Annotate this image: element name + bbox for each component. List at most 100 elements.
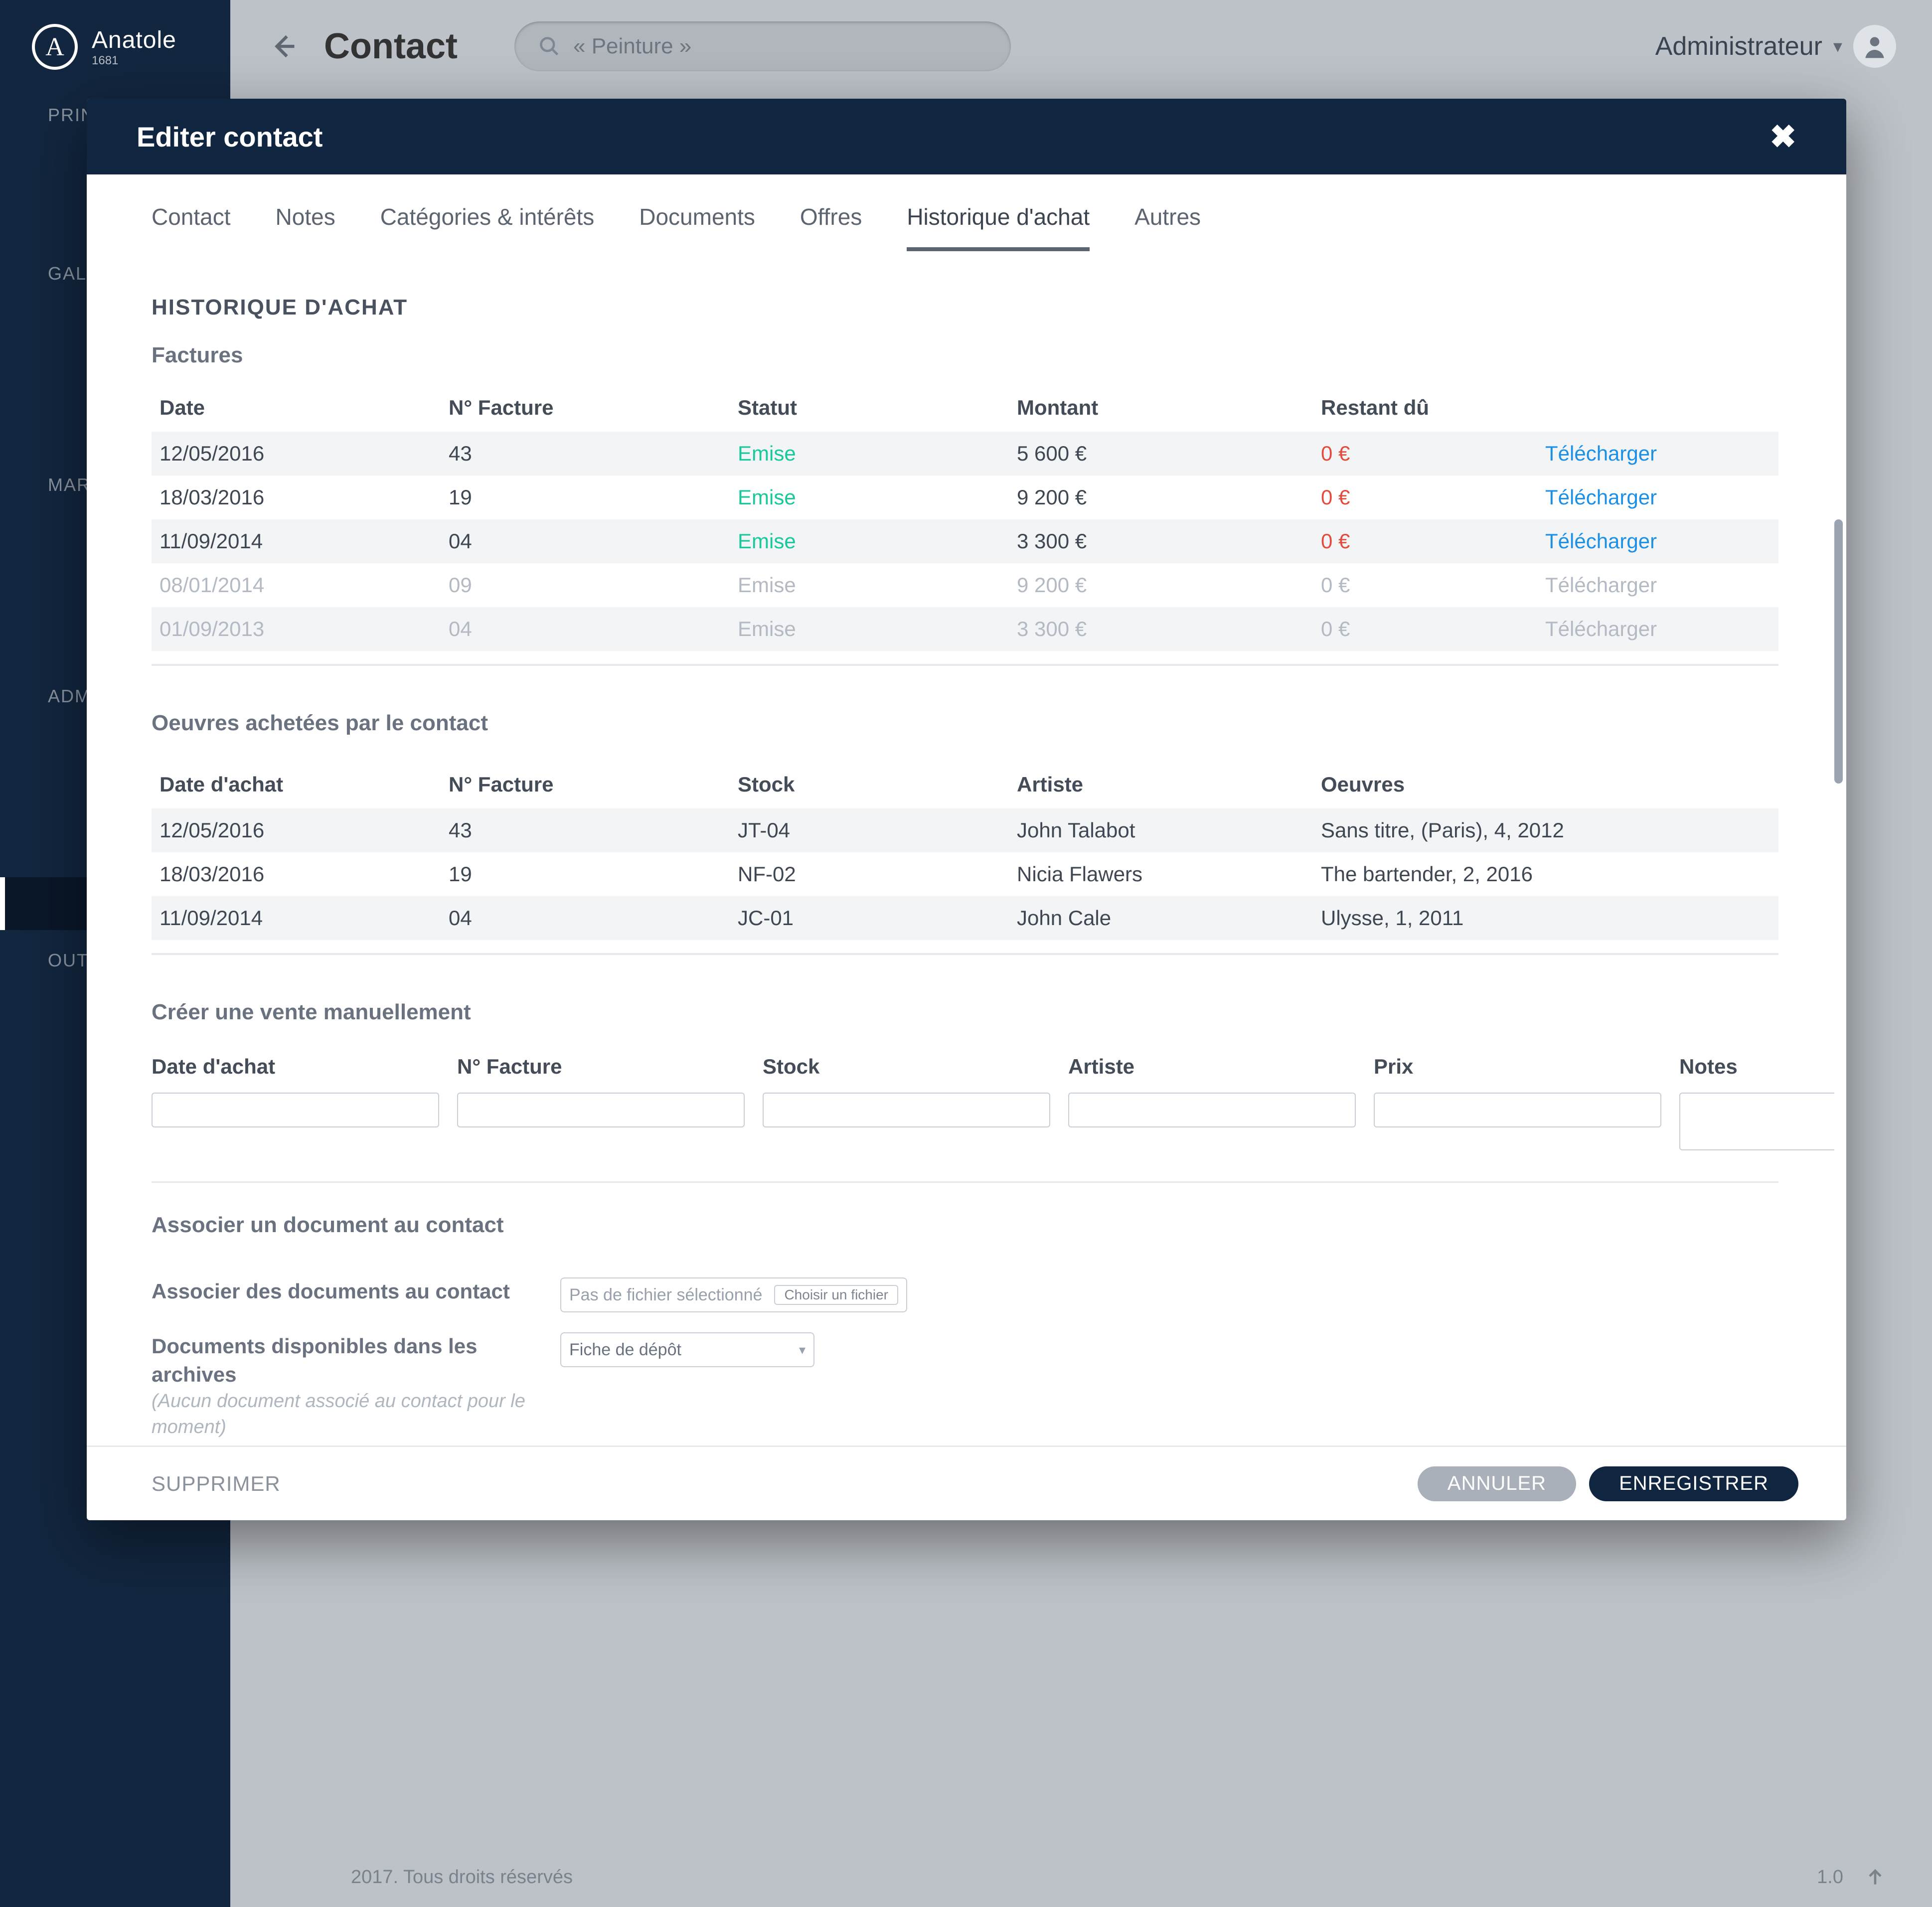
cell-work: The bartender, 2, 2016 [1313, 852, 1778, 896]
download-link: Télécharger [1537, 607, 1778, 651]
table-row: 11/09/201404JC-01John CaleUlysse, 1, 201… [152, 896, 1778, 940]
cell-stock: NF-02 [730, 852, 1009, 896]
cell-nf: 43 [441, 808, 730, 852]
invoices-col-due: Restant dû [1313, 384, 1537, 432]
works-col-stock: Stock [730, 761, 1009, 808]
tab-autres[interactable]: Autres [1134, 203, 1201, 251]
download-link: Télécharger [1537, 563, 1778, 607]
cell-nf: 09 [441, 563, 730, 607]
cell-date: 11/09/2014 [152, 896, 441, 940]
archive-select-value: Fiche de dépôt [569, 1340, 681, 1360]
works-table: Date d'achat N° Facture Stock Artiste Oe… [152, 761, 1778, 940]
cell-amount: 9 200 € [1009, 476, 1313, 519]
input-stock[interactable] [763, 1093, 1050, 1127]
history-heading: HISTORIQUE D'ACHAT [152, 295, 1778, 320]
file-picker-button[interactable]: Choisir un fichier [774, 1285, 898, 1305]
works-col-oeuvres: Oeuvres [1313, 761, 1778, 808]
table-row: 01/09/201304Emise3 300 €0 €Télécharger [152, 607, 1778, 651]
label-date: Date d'achat [152, 1055, 439, 1079]
cell-date: 11/09/2014 [152, 519, 441, 563]
associate-file-row: Associer des documents au contact Pas de… [152, 1272, 1778, 1312]
modal-title: Editer contact [137, 121, 322, 153]
tab-historique[interactable]: Historique d'achat [907, 203, 1090, 251]
modal-body: Contact Notes Catégories & intérêts Docu… [87, 174, 1846, 1445]
invoices-col-statut: Statut [730, 384, 1009, 432]
modal-footer: SUPPRIMER ANNULER ENREGISTRER [87, 1445, 1846, 1520]
download-link[interactable]: Télécharger [1537, 519, 1778, 563]
cell-status: Emise [730, 432, 1009, 476]
download-link[interactable]: Télécharger [1537, 432, 1778, 476]
input-price[interactable] [1374, 1093, 1661, 1127]
works-col-date: Date d'achat [152, 761, 441, 808]
label-artist: Artiste [1068, 1055, 1356, 1079]
cell-status: Emise [730, 607, 1009, 651]
manual-sale-form: Date d'achat N° Facture Stock Artiste [152, 1050, 1778, 1150]
input-nf[interactable] [457, 1093, 745, 1127]
cell-stock: JC-01 [730, 896, 1009, 940]
tab-categories[interactable]: Catégories & intérêts [380, 203, 595, 251]
cell-nf: 43 [441, 432, 730, 476]
invoices-col-montant: Montant [1009, 384, 1313, 432]
cell-amount: 3 300 € [1009, 607, 1313, 651]
cell-nf: 04 [441, 519, 730, 563]
archive-select[interactable]: Fiche de dépôt ▾ [560, 1332, 814, 1367]
tab-documents[interactable]: Documents [639, 203, 755, 251]
associate-archive-label: Documents disponibles dans les archives … [152, 1332, 530, 1440]
cell-artist: Nicia Flawers [1009, 852, 1313, 896]
download-link[interactable]: Télécharger [1537, 476, 1778, 519]
cell-work: Sans titre, (Paris), 4, 2012 [1313, 808, 1778, 852]
table-row: 18/03/201619NF-02Nicia FlawersThe barten… [152, 852, 1778, 896]
works-title: Oeuvres achetées par le contact [152, 711, 1778, 736]
save-button[interactable]: ENREGISTRER [1589, 1466, 1798, 1501]
input-date[interactable] [152, 1093, 439, 1127]
tab-contact[interactable]: Contact [152, 203, 231, 251]
cell-due: 0 € [1313, 476, 1537, 519]
cell-date: 18/03/2016 [152, 476, 441, 519]
file-picker-text: Pas de fichier sélectionné [569, 1285, 762, 1305]
cell-due: 0 € [1313, 607, 1537, 651]
associate-archive-row: Documents disponibles dans les archives … [152, 1327, 1778, 1440]
edit-contact-modal: Editer contact ✖ Contact Notes Catégorie… [87, 99, 1846, 1520]
cell-due: 0 € [1313, 432, 1537, 476]
tab-offres[interactable]: Offres [800, 203, 862, 251]
associate-title: Associer un document au contact [152, 1213, 1778, 1238]
table-separator [152, 664, 1778, 666]
delete-button[interactable]: SUPPRIMER [152, 1472, 281, 1496]
works-col-artist: Artiste [1009, 761, 1313, 808]
cancel-button[interactable]: ANNULER [1418, 1466, 1576, 1501]
label-price: Prix [1374, 1055, 1661, 1079]
cell-due: 0 € [1313, 519, 1537, 563]
cell-date: 12/05/2016 [152, 808, 441, 852]
cell-amount: 9 200 € [1009, 563, 1313, 607]
input-notes[interactable] [1679, 1093, 1834, 1150]
input-artist[interactable] [1068, 1093, 1356, 1127]
caret-down-icon: ▾ [799, 1342, 805, 1358]
cell-date: 01/09/2013 [152, 607, 441, 651]
invoices-col-nf: N° Facture [441, 384, 730, 432]
modal-close-button[interactable]: ✖ [1770, 118, 1796, 156]
scrollbar-thumb[interactable] [1834, 519, 1843, 784]
cell-status: Emise [730, 476, 1009, 519]
cell-amount: 3 300 € [1009, 519, 1313, 563]
cell-nf: 04 [441, 607, 730, 651]
invoices-col-dl [1537, 384, 1778, 432]
table-row: 12/05/201643Emise5 600 €0 €Télécharger [152, 432, 1778, 476]
modal-backdrop: Editer contact ✖ Contact Notes Catégorie… [0, 0, 1932, 1907]
cell-nf: 04 [441, 896, 730, 940]
file-picker[interactable]: Pas de fichier sélectionné Choisir un fi… [560, 1277, 907, 1312]
table-row: 11/09/201404Emise3 300 €0 €Télécharger [152, 519, 1778, 563]
tab-notes[interactable]: Notes [276, 203, 335, 251]
modal-tabs: Contact Notes Catégories & intérêts Docu… [152, 174, 1778, 251]
cell-status: Emise [730, 519, 1009, 563]
cell-nf: 19 [441, 476, 730, 519]
cell-work: Ulysse, 1, 2011 [1313, 896, 1778, 940]
label-stock: Stock [763, 1055, 1050, 1079]
cell-amount: 5 600 € [1009, 432, 1313, 476]
cell-status: Emise [730, 563, 1009, 607]
cell-due: 0 € [1313, 563, 1537, 607]
table-row: 18/03/201619Emise9 200 €0 €Télécharger [152, 476, 1778, 519]
table-row: 12/05/201643JT-04John TalabotSans titre,… [152, 808, 1778, 852]
manual-sale-title: Créer une vente manuellement [152, 1000, 1778, 1025]
invoices-table: Date N° Facture Statut Montant Restant d… [152, 384, 1778, 651]
cell-nf: 19 [441, 852, 730, 896]
